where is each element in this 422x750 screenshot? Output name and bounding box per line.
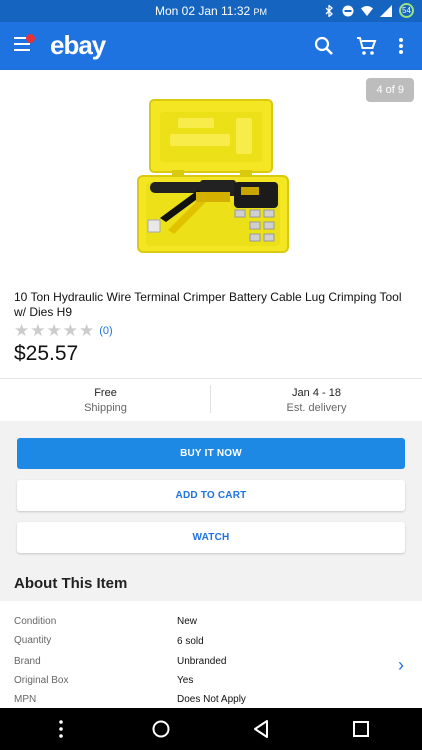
do-not-disturb-icon <box>342 5 354 16</box>
signal-icon <box>380 4 392 17</box>
search-icon[interactable] <box>312 34 336 58</box>
app-bar: ebay <box>0 22 422 70</box>
recents-icon[interactable] <box>352 719 370 739</box>
rating-count[interactable]: (0) <box>99 325 112 337</box>
spec-label: Brand <box>14 656 41 667</box>
product-image <box>137 99 289 253</box>
price: $25.57 <box>14 342 79 365</box>
status-time-text: Mon 02 Jan 11:32 <box>154 4 251 18</box>
spec-label: Original Box <box>14 675 69 686</box>
star-icon: ★ <box>62 321 78 340</box>
shipping-info: Free Shipping <box>0 387 211 414</box>
star-icon: ★ <box>79 321 95 340</box>
spec-value: New <box>177 616 198 627</box>
spec-value: Unbranded <box>177 656 227 667</box>
about-heading: About This Item <box>14 575 128 592</box>
back-icon[interactable] <box>252 719 270 739</box>
status-bar: Mon 02 Jan 11:32 PM 54 <box>0 0 422 22</box>
cart-icon[interactable] <box>355 34 379 58</box>
shipping-delivery-info: Free Shipping Jan 4 - 18 Est. delivery <box>0 378 422 421</box>
spec-label: MPN <box>14 694 37 705</box>
wifi-icon <box>361 5 373 16</box>
spec-value: Yes <box>177 675 194 686</box>
delivery-info: Jan 4 - 18 Est. delivery <box>211 387 422 414</box>
watch-button[interactable]: WATCH <box>17 522 405 553</box>
notification-dot <box>26 34 35 43</box>
shipping-label: Shipping <box>84 402 127 414</box>
ebay-logo[interactable]: ebay <box>50 30 106 61</box>
spec-label: Condition <box>14 616 57 627</box>
status-time-suffix: PM <box>253 7 268 17</box>
more-icon[interactable] <box>57 719 65 739</box>
rating[interactable]: ★ ★ ★ ★ ★ (0) <box>14 322 113 339</box>
spec-label: Quantity <box>14 635 52 646</box>
delivery-label: Est. delivery <box>286 402 347 414</box>
delivery-value: Jan 4 - 18 <box>292 387 341 399</box>
home-icon[interactable] <box>151 719 171 739</box>
chevron-right-icon[interactable]: › <box>398 655 404 676</box>
battery-icon: 54 <box>399 3 414 18</box>
image-counter: 4 of 9 <box>366 78 414 102</box>
star-icon: ★ <box>46 321 62 340</box>
add-to-cart-button[interactable]: ADD TO CART <box>17 480 405 511</box>
bluetooth-icon <box>325 4 333 17</box>
system-nav-bar <box>0 708 422 750</box>
listing-title: 10 Ton Hydraulic Wire Terminal Crimper B… <box>14 290 402 319</box>
star-icon: ★ <box>30 321 46 340</box>
more-options-icon[interactable] <box>391 34 411 58</box>
star-icon: ★ <box>14 321 30 340</box>
shipping-value: Free <box>94 387 117 399</box>
buy-it-now-button[interactable]: BUY IT NOW <box>17 438 405 469</box>
spec-value: Does Not Apply <box>177 694 246 705</box>
product-image-gallery[interactable]: 4 of 9 <box>0 70 422 278</box>
spec-value: 6 sold <box>177 636 204 647</box>
